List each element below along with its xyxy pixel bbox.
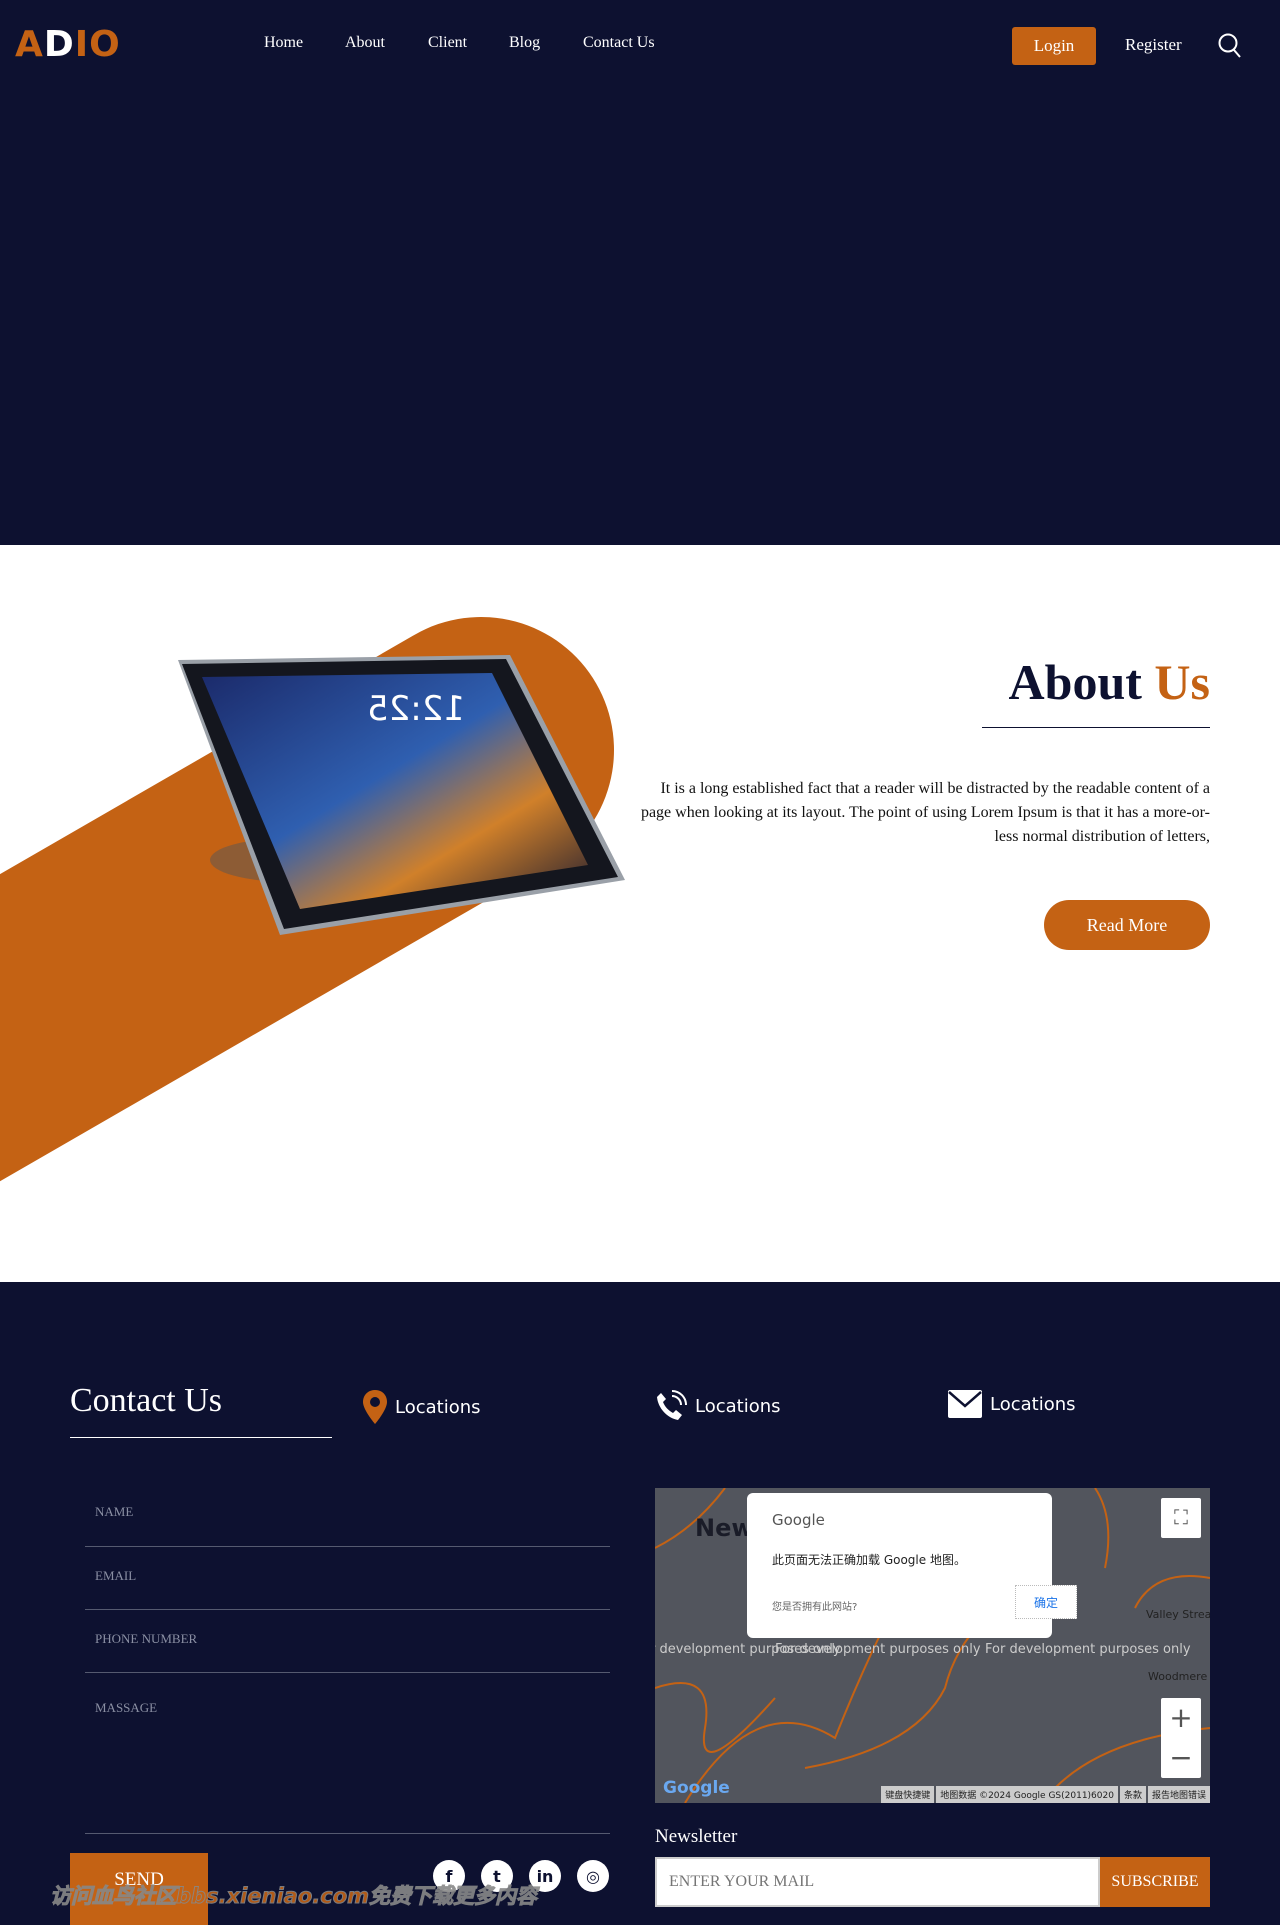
location-pin-icon — [363, 1390, 387, 1424]
svg-text:12:25: 12:25 — [367, 689, 465, 729]
dialog-brand: Google — [772, 1511, 825, 1529]
zoom-out-icon[interactable]: − — [1161, 1738, 1201, 1778]
nav-contact[interactable]: Contact Us — [583, 34, 655, 52]
newsletter-label: Newsletter — [655, 1826, 738, 1847]
dialog-ok-button[interactable]: 确定 — [1015, 1585, 1077, 1619]
svg-text:Woodmere: Woodmere — [1148, 1670, 1207, 1683]
nav-client[interactable]: Client — [428, 34, 467, 52]
contact-title: Contact Us — [70, 1382, 223, 1419]
dialog-question: 您是否拥有此网站? — [772, 1602, 858, 1613]
email-input[interactable]: EMAIL — [85, 1568, 610, 1610]
register-link[interactable]: Register — [1125, 35, 1182, 55]
contact-info-phone: Locations — [655, 1390, 781, 1422]
zoom-in-icon[interactable]: + — [1161, 1698, 1201, 1738]
message-textarea[interactable]: MASSAGE — [85, 1700, 610, 1834]
terms-link[interactable]: 条款 — [1119, 1786, 1146, 1803]
svg-text:New: New — [695, 1514, 754, 1542]
nav-about[interactable]: About — [345, 34, 385, 52]
dialog-message: 此页面无法正确加载 Google 地图。 — [772, 1553, 966, 1567]
nav-home[interactable]: Home — [264, 34, 303, 52]
about-paragraph: It is a long established fact that a rea… — [640, 780, 1210, 845]
tablet-image: 12:25 — [178, 655, 625, 935]
instagram-icon[interactable]: ◎ — [577, 1860, 609, 1892]
phone-icon — [657, 1390, 687, 1420]
newsletter-email-input[interactable] — [655, 1857, 1100, 1907]
map-data-text: 地图数据 ©2024 Google GS(2011)6020 — [936, 1786, 1118, 1803]
map-error-dialog: Google 此页面无法正确加载 Google 地图。 您是否拥有此网站? 确定 — [747, 1493, 1077, 1638]
name-input[interactable]: NAME — [85, 1504, 610, 1547]
search-icon[interactable] — [1218, 33, 1242, 59]
about-section: 12:25 About Us It is a long established … — [0, 545, 1280, 1282]
read-more-button[interactable]: Read More — [1044, 900, 1210, 950]
title-underline — [70, 1437, 332, 1438]
keyboard-shortcuts-link[interactable]: 键盘快捷键 — [881, 1786, 935, 1803]
svg-text:For development purposes only: For development purposes only — [775, 1642, 981, 1657]
login-button[interactable]: Login — [1012, 27, 1096, 65]
map-attribution: 键盘快捷键 地图数据 ©2024 Google GS(2011)6020 条款 … — [881, 1786, 1210, 1803]
zoom-controls: + − — [1161, 1698, 1201, 1778]
watermark-text: 访问血鸟社区bbs.xieniao.com免费下载更多内容 — [49, 1884, 538, 1909]
logo[interactable]: ADIO — [15, 24, 121, 65]
contact-info-location: Locations — [363, 1390, 481, 1424]
svg-text:Valley Strea: Valley Strea — [1146, 1608, 1210, 1621]
svg-text:For development purposes only: For development purposes only — [985, 1642, 1191, 1657]
envelope-icon — [948, 1390, 982, 1418]
contact-info-email: Locations — [948, 1390, 1076, 1418]
hero-banner: ADIO Home About Client Blog Contact Us L… — [0, 0, 1280, 545]
contact-section: Contact Us Locations Locations Locations… — [0, 1282, 1280, 1925]
about-title: About Us — [1008, 654, 1210, 710]
nav-blog[interactable]: Blog — [509, 34, 540, 52]
google-map[interactable]: New For development purposes only For de… — [655, 1488, 1210, 1803]
title-underline — [982, 727, 1210, 728]
subscribe-button[interactable]: SUBSCRIBE — [1100, 1857, 1210, 1907]
fullscreen-icon[interactable]: ⛶ — [1161, 1498, 1201, 1538]
report-error-link[interactable]: 报告地图错误 — [1147, 1786, 1210, 1803]
svg-text:Google: Google — [663, 1778, 730, 1798]
phone-input[interactable]: PHONE NUMBER — [85, 1631, 610, 1673]
